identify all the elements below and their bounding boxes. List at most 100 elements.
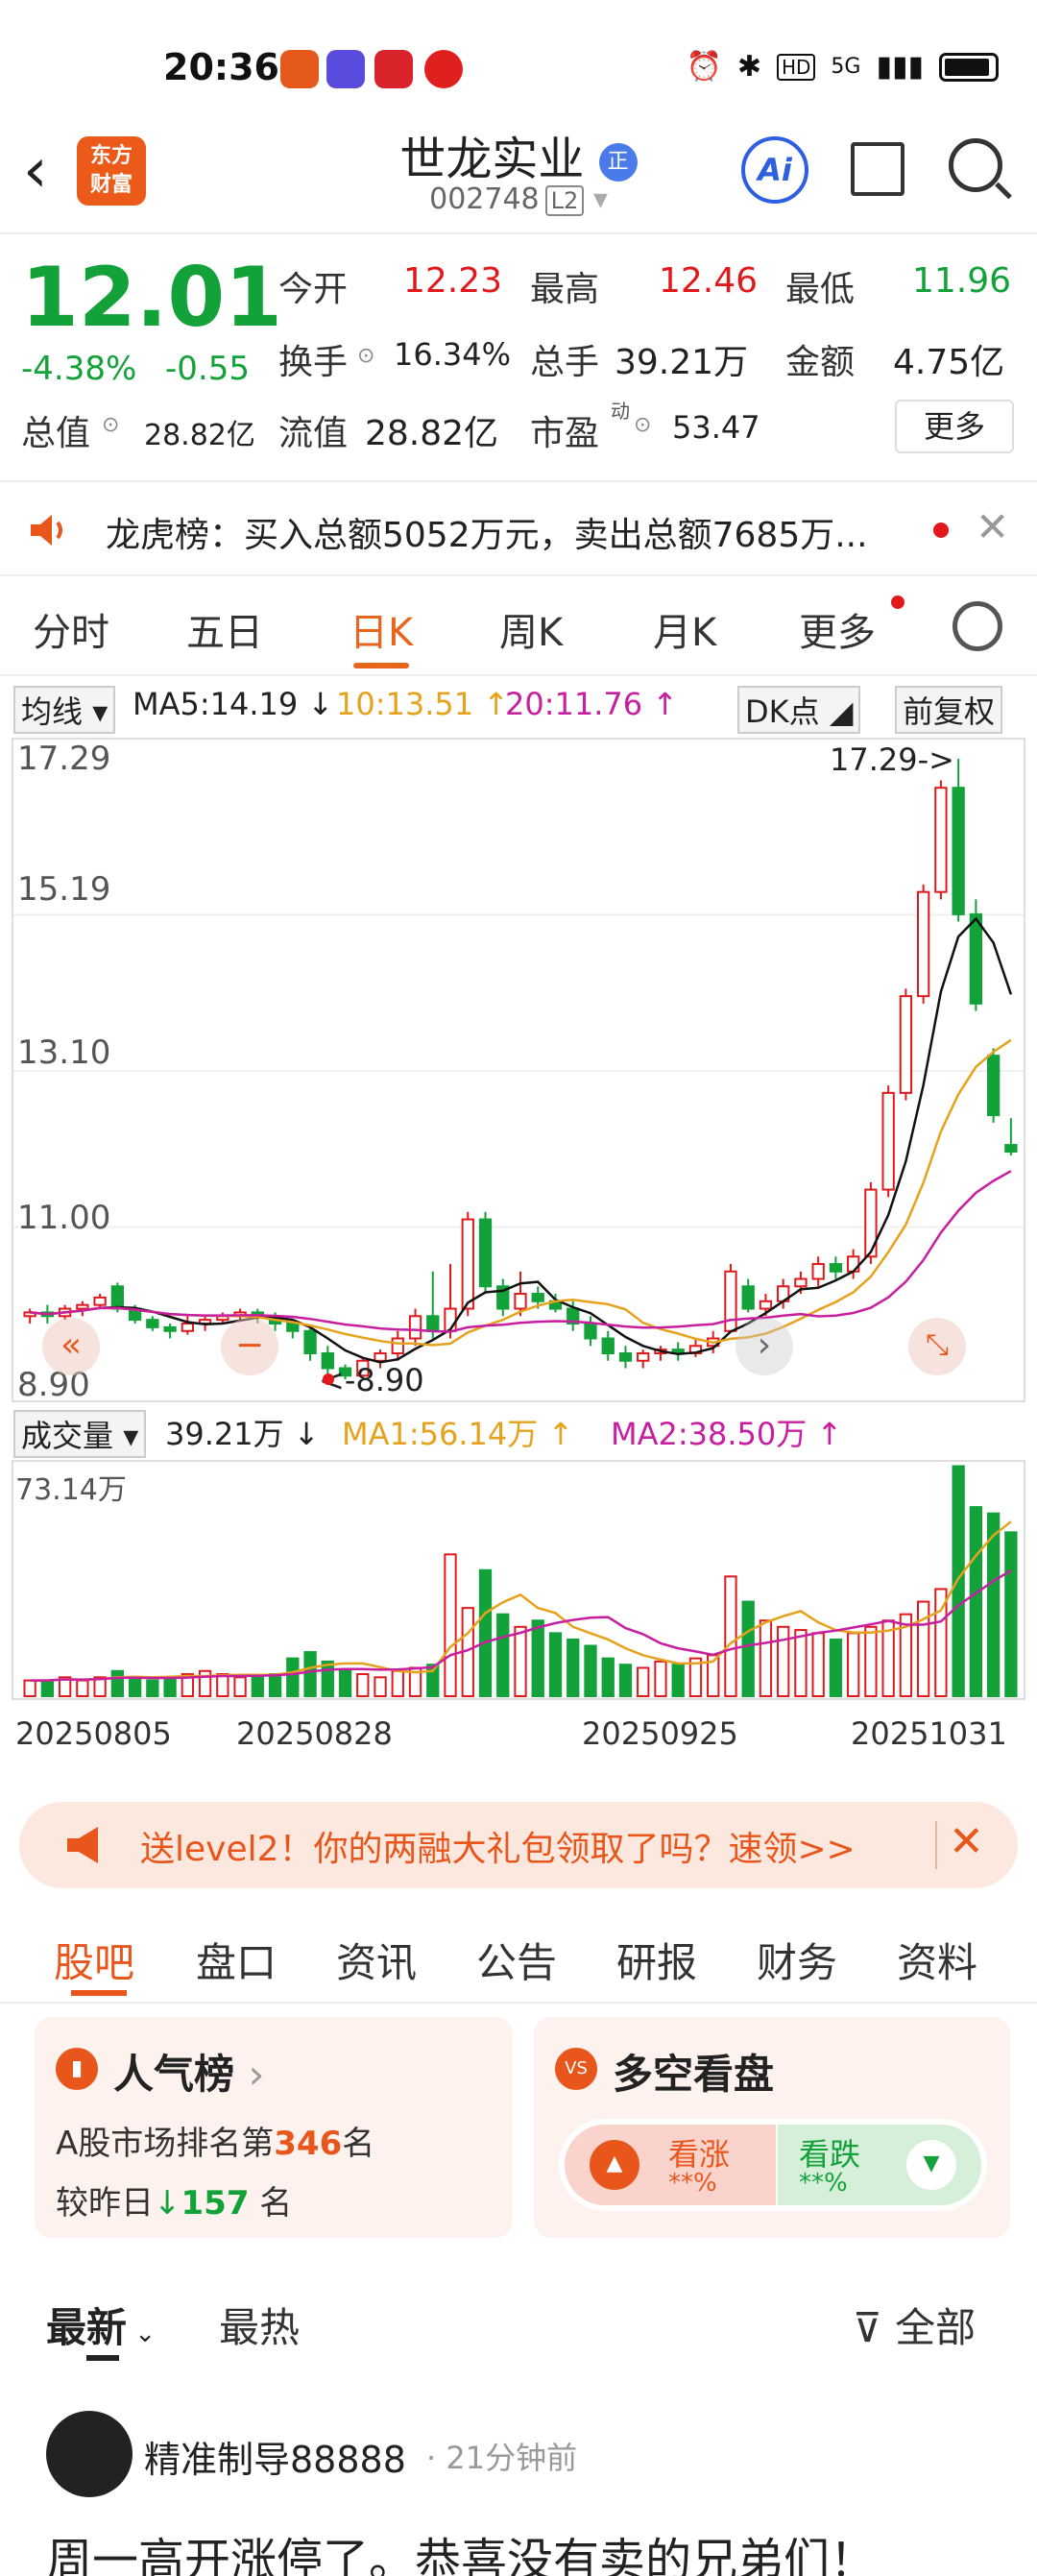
volume-bar [216, 1673, 229, 1697]
unread-dot [933, 522, 949, 538]
popularity-change: 较昨日↓157 名 [56, 2176, 292, 2224]
bluetooth-icon: ✱ [736, 50, 761, 84]
more-button[interactable]: 更多 [895, 400, 1014, 453]
scroll-left-icon[interactable]: « [42, 1318, 100, 1375]
turnover-label: 换手 [278, 343, 349, 382]
volume-bar [303, 1651, 317, 1697]
info-icon[interactable]: ⊙ [634, 413, 651, 437]
candle-body [986, 1055, 1001, 1117]
volume-select[interactable]: 成交量 ▾ [13, 1410, 147, 1458]
ma5-text: MA5:14.19 [133, 686, 299, 722]
sort-latest[interactable]: 最新 ⌄ [46, 2296, 156, 2354]
tab-news[interactable]: 资讯 [336, 1931, 417, 1989]
pe-value: 53.47 [672, 409, 760, 446]
post-text[interactable]: 周一高开涨停了。恭喜没有卖的兄弟们！ [46, 2522, 876, 2576]
tab-forum[interactable]: 股吧 [54, 1931, 134, 1989]
volume-bar [724, 1575, 737, 1697]
promo-banner[interactable]: 送level2！你的两融大礼包领取了吗？速领>> ✕ [19, 1802, 1018, 1888]
close-icon[interactable]: ✕ [976, 503, 1009, 550]
volume-value-text: 39.21万 [165, 1416, 284, 1452]
candle-body [847, 1255, 860, 1273]
volume-bar [444, 1553, 457, 1697]
volume-max-label: 73.14万 [15, 1473, 127, 1507]
scroll-right-icon[interactable]: › [736, 1318, 793, 1375]
filter-button[interactable]: ⊽ 全部 [853, 2296, 976, 2354]
candle-body [881, 1091, 895, 1191]
adjust-button[interactable]: 前复权 [895, 686, 1003, 734]
ai-button[interactable]: Ai [741, 136, 808, 204]
low-marker [323, 1373, 334, 1385]
volume-bar [110, 1669, 125, 1698]
volume-bar [531, 1619, 544, 1697]
high-value: 12.46 [659, 261, 759, 301]
candle-body [303, 1329, 317, 1355]
post-time: · 21分钟前 [426, 2440, 578, 2476]
volume-bar [654, 1660, 667, 1698]
volume-bar [548, 1632, 563, 1697]
info-icon[interactable]: ⊙ [357, 344, 374, 368]
sort-indicator [86, 2355, 119, 2361]
avatar[interactable] [46, 2411, 133, 2497]
popularity-card[interactable]: ▮ 人气榜 › A股市场排名第346名 较昨日↓157 名 [35, 2017, 513, 2238]
vote-bar: ▲ 看涨 **% 看跌 **% ▼ [559, 2119, 987, 2211]
tab-orderbook[interactable]: 盘口 [196, 1931, 277, 1989]
bull-button[interactable]: ▲ 看涨 **% [565, 2125, 776, 2205]
candle-body [952, 787, 965, 915]
fullscreen-icon[interactable]: ⤡ [908, 1318, 966, 1375]
popularity-title-text: 人气榜 [113, 2051, 235, 2098]
rank-prefix: A股市场排名第 [56, 2125, 275, 2163]
tab-more[interactable]: 更多 [799, 601, 876, 657]
candle-body [969, 912, 983, 1005]
level2-badge[interactable]: L2 [544, 185, 585, 216]
tab-daily-k[interactable]: 日K [350, 601, 413, 657]
tab-profile[interactable]: 资料 [897, 1931, 977, 1989]
tab-research[interactable]: 研报 [616, 1931, 697, 1989]
search-icon[interactable] [949, 138, 1002, 192]
tab-finance[interactable]: 财务 [757, 1931, 837, 1989]
bull-bear-card[interactable]: VS 多空看盘 ▲ 看涨 **% 看跌 **% ▼ [534, 2017, 1010, 2238]
open-value: 12.23 [403, 261, 503, 301]
tab-monthly-k[interactable]: 月K [653, 601, 716, 657]
tab-five-day[interactable]: 五日 [186, 601, 263, 657]
volume-chart[interactable]: 73.14万 [12, 1460, 1025, 1700]
sort-hot[interactable]: 最热 [219, 2296, 300, 2354]
turnover-value: 16.34% [394, 336, 512, 373]
candle-body [618, 1352, 633, 1362]
dragon-tiger-bar[interactable]: 龙虎榜：买入总额5052万元，卖出总额7685万... ✕ [0, 480, 1037, 576]
signal-bars-icon: ▮▮▮ [876, 50, 924, 84]
arrow-up-icon: ▲ [590, 2140, 639, 2190]
ma10-text: 10:13.51 [336, 686, 474, 722]
candle-body [1004, 1144, 1018, 1154]
kline-chart[interactable]: 17.29 15.19 13.10 11.00 8.90 17.29-> <-8… [12, 738, 1025, 1404]
tab-intraday[interactable]: 分时 [33, 601, 109, 657]
volume-bar [268, 1673, 282, 1697]
total-mv-value: 28.82亿 [144, 419, 255, 452]
float-mv-label: 流值 [278, 414, 349, 453]
ma10-value: 10:13.51 ↑ [336, 686, 510, 722]
tab-announcements[interactable]: 公告 [476, 1931, 557, 1989]
volume-bar [163, 1676, 177, 1698]
share-icon[interactable] [851, 142, 904, 196]
chevron-down-icon[interactable]: ▾ [584, 182, 608, 216]
info-icon[interactable]: ⊙ [102, 413, 119, 437]
tab-weekly-k[interactable]: 周K [499, 601, 563, 657]
gear-icon[interactable] [953, 601, 1002, 651]
zoom-out-icon[interactable]: − [221, 1318, 278, 1375]
vol-ma1: MA1:56.14万 ↑ [342, 1416, 574, 1452]
volume-bar [321, 1660, 334, 1698]
candle-body [426, 1315, 440, 1332]
ma-select[interactable]: 均线 ▾ [13, 686, 116, 734]
ma-select-label: 均线 [21, 693, 84, 730]
y-axis-label: 13.10 [17, 1033, 111, 1072]
battery-icon [939, 52, 999, 82]
chart-bar-icon: ▮ [56, 2048, 98, 2090]
dk-point-button[interactable]: DK点 ◢ [737, 686, 861, 734]
bear-button[interactable]: 看跌 **% ▼ [778, 2125, 981, 2205]
volume-bar [251, 1676, 264, 1698]
post-username[interactable]: 精准制导88888 [144, 2430, 406, 2483]
date-label: 20251031 [851, 1715, 1007, 1752]
close-icon[interactable]: ✕ [949, 1817, 984, 1866]
pe-sup: 动 [611, 400, 630, 423]
volume-bar [847, 1632, 860, 1697]
volume-bar [671, 1664, 685, 1697]
